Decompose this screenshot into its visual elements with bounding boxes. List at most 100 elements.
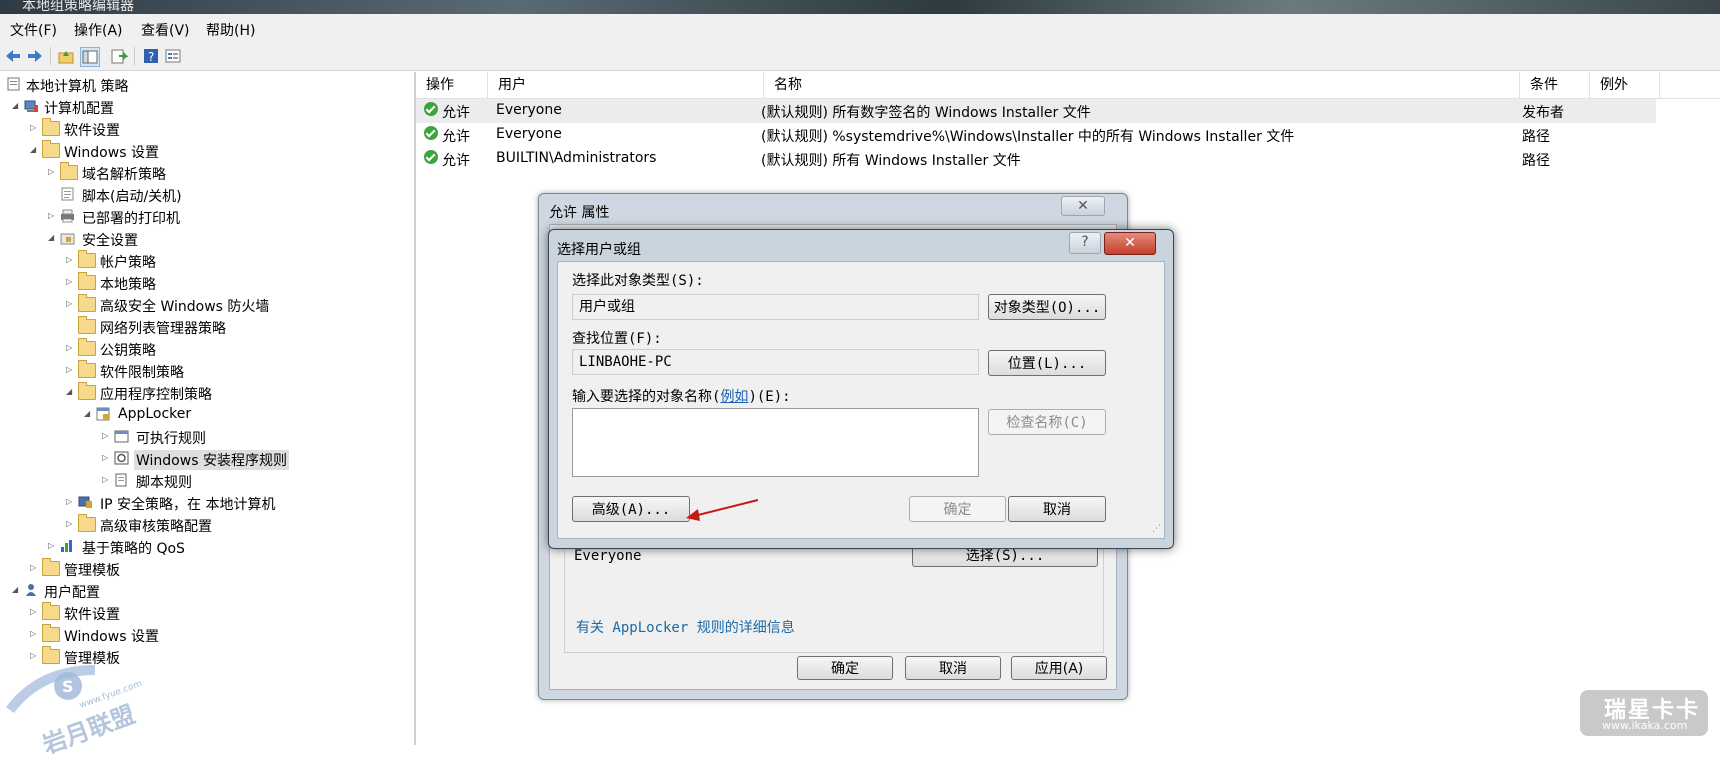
close-button[interactable]: ✕ — [1061, 196, 1105, 216]
svg-text:S: S — [62, 677, 74, 696]
applocker-icon — [96, 407, 110, 421]
tree-label: 用户配置 — [44, 585, 100, 601]
menu-file[interactable]: 文件(F) — [10, 20, 57, 40]
expand-arrow-icon[interactable]: ▷ — [66, 344, 74, 352]
expand-arrow-icon[interactable]: ▷ — [102, 476, 110, 484]
dialog-body: 选择此对象类型(S): 用户或组 对象类型(O)... 查找位置(F): LIN… — [557, 261, 1165, 539]
collapse-arrow-icon[interactable]: ◢ — [12, 102, 20, 110]
folder-icon — [42, 624, 60, 642]
collapse-arrow-icon[interactable]: ◢ — [66, 388, 74, 396]
expand-arrow-icon[interactable]: ▷ — [66, 300, 74, 308]
tree-label: 本地策略 — [100, 277, 156, 293]
expand-arrow-icon[interactable]: ▷ — [66, 520, 74, 528]
apply-button[interactable]: 应用(A) — [1011, 656, 1107, 680]
tree-label: 本地计算机 策略 — [26, 79, 129, 95]
window-titlebar: 本地组策略编辑器 — [0, 0, 1720, 14]
cancel-button[interactable]: 取消 — [905, 656, 1001, 680]
tree-label: 公钥策略 — [100, 343, 156, 359]
collapse-arrow-icon[interactable]: ◢ — [12, 586, 20, 594]
column-header-name[interactable]: 名称 — [764, 72, 1520, 98]
row-condition: 路径 — [1522, 129, 1550, 145]
column-header-user[interactable]: 用户 — [488, 72, 764, 98]
table-row[interactable]: 允许 Everyone (默认规则) 所有数字签名的 Windows Insta… — [416, 99, 1656, 123]
help-button[interactable]: ? — [1069, 232, 1101, 254]
object-type-field: 用户或组 — [572, 294, 979, 320]
folder-icon — [78, 382, 96, 400]
expand-arrow-icon[interactable]: ▷ — [30, 608, 38, 616]
tree-label: 脚本(启动/关机) — [82, 189, 182, 205]
expand-arrow-icon[interactable]: ▷ — [102, 432, 110, 440]
object-types-button[interactable]: 对象类型(O)... — [988, 294, 1106, 320]
expand-arrow-icon[interactable]: ▷ — [30, 124, 38, 132]
allow-check-icon — [424, 102, 438, 116]
row-condition: 发布者 — [1522, 105, 1564, 121]
column-header-exceptions[interactable]: 例外 — [1590, 72, 1660, 98]
cancel-button[interactable]: 取消 — [1008, 496, 1106, 522]
resize-grip-icon[interactable]: ⋰ — [1152, 524, 1161, 534]
expand-arrow-icon[interactable]: ▷ — [66, 366, 74, 374]
column-header-condition[interactable]: 条件 — [1520, 72, 1590, 98]
annotation-arrow-icon — [686, 499, 759, 521]
tree-label: Windows 设置 — [64, 629, 159, 645]
tree-label: 安全设置 — [82, 233, 138, 249]
object-names-label: 输入要选择的对象名称(例如)(E): — [572, 386, 791, 406]
check-names-button[interactable]: 检查名称(C) — [988, 409, 1106, 435]
expand-arrow-icon[interactable]: ▷ — [66, 256, 74, 264]
menu-action[interactable]: 操作(A) — [74, 20, 123, 40]
tree-label: 帐户策略 — [100, 255, 156, 271]
ok-button[interactable]: 确定 — [909, 496, 1006, 522]
expand-arrow-icon[interactable]: ▷ — [48, 542, 56, 550]
close-button[interactable]: ✕ — [1104, 232, 1156, 255]
show-hide-tree-icon[interactable] — [80, 47, 100, 67]
folder-icon — [42, 140, 60, 158]
tree-label: Windows 安装程序规则 — [134, 450, 289, 470]
row-action: 允许 — [442, 153, 470, 169]
tree-label: 网络列表管理器策略 — [100, 321, 226, 337]
user-icon — [26, 584, 36, 596]
export-list-icon[interactable] — [110, 47, 128, 65]
row-action: 允许 — [442, 129, 470, 145]
row-user: Everyone — [496, 102, 562, 118]
watermark-left: S 岩月联盟 www.fyue.com — [0, 650, 170, 759]
lock-folder-icon — [78, 272, 96, 290]
tree-label: 已部署的打印机 — [82, 211, 180, 227]
object-names-input[interactable] — [572, 408, 979, 477]
back-icon[interactable] — [4, 47, 22, 65]
examples-link[interactable]: 例如 — [720, 389, 748, 405]
expand-arrow-icon[interactable]: ▷ — [48, 168, 56, 176]
table-row[interactable]: 允许 BUILTIN\Administrators (默认规则) 所有 Wind… — [416, 147, 1656, 171]
collapse-arrow-icon[interactable]: ◢ — [84, 410, 92, 418]
properties-icon[interactable] — [164, 47, 182, 65]
column-header-action[interactable]: 操作 — [416, 72, 488, 98]
menu-help[interactable]: 帮助(H) — [206, 20, 255, 40]
printer-icon — [61, 209, 74, 223]
advanced-button[interactable]: 高级(A)... — [572, 496, 690, 522]
tree-label: 软件设置 — [64, 607, 120, 623]
tree-label: 管理模板 — [64, 563, 120, 579]
locations-button[interactable]: 位置(L)... — [988, 350, 1106, 376]
up-folder-icon[interactable] — [57, 47, 75, 65]
expand-arrow-icon[interactable]: ▷ — [66, 498, 74, 506]
expand-arrow-icon[interactable]: ▷ — [30, 564, 38, 572]
expand-arrow-icon[interactable]: ▷ — [102, 454, 110, 462]
expand-arrow-icon[interactable]: ▷ — [30, 630, 38, 638]
expand-arrow-icon[interactable]: ▷ — [48, 212, 56, 220]
help-glyph: ? — [1081, 234, 1089, 250]
policy-doc-icon — [7, 77, 20, 91]
tree-label: AppLocker — [118, 406, 192, 422]
collapse-arrow-icon[interactable]: ◢ — [30, 146, 38, 154]
ip-security-icon — [78, 496, 92, 508]
installer-icon — [114, 451, 129, 465]
collapse-arrow-icon[interactable]: ◢ — [48, 234, 56, 242]
list-header: 操作 用户 名称 条件 例外 — [416, 72, 1720, 99]
table-row[interactable]: 允许 Everyone (默认规则) %systemdrive%\Windows… — [416, 123, 1656, 147]
ok-button[interactable]: 确定 — [797, 656, 893, 680]
expand-arrow-icon[interactable]: ▷ — [66, 278, 74, 286]
allow-check-icon — [424, 126, 438, 140]
location-label: 查找位置(F): — [572, 331, 662, 347]
folder-icon — [78, 514, 96, 532]
tree-label: 高级审核策略配置 — [100, 519, 212, 535]
help-icon[interactable]: ? — [142, 47, 160, 65]
menu-view[interactable]: 查看(V) — [141, 20, 190, 40]
forward-icon[interactable] — [26, 47, 44, 65]
